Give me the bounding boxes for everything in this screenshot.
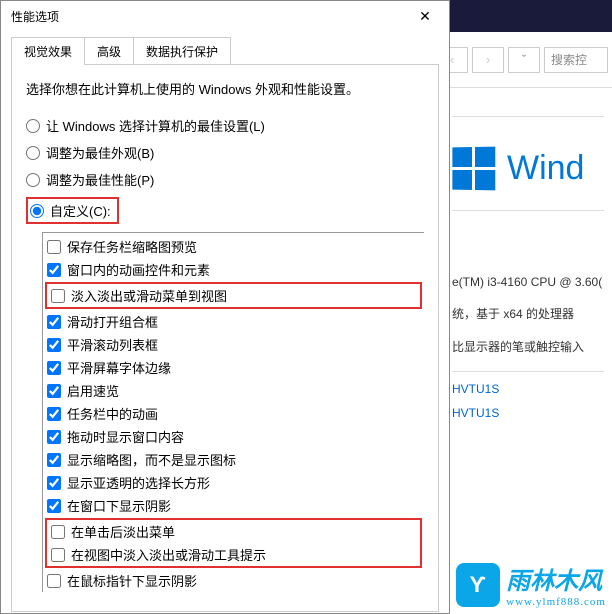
check-label: 任务栏中的动画 [67,404,158,423]
tab-dep[interactable]: 数据执行保护 [133,37,231,65]
check-label: 在窗口下显示阴影 [67,496,171,515]
check-label: 滑动打开组合框 [67,312,158,331]
check-label: 拖动时显示窗口内容 [67,427,184,446]
check-row[interactable]: 在视图中淡入淡出或滑动工具提示 [47,543,420,566]
check-row[interactable]: 窗口内的动画控件和元素 [43,258,424,281]
bg-titlebar [432,0,612,32]
checkbox[interactable] [47,430,61,444]
tab-content: 选择你想在此计算机上使用的 Windows 外观和性能设置。 让 Windows… [11,64,439,612]
check-row[interactable]: 任务栏中的动画 [43,402,424,425]
check-row[interactable]: 在单击后淡出菜单 [47,520,420,543]
checkbox[interactable] [47,240,61,254]
checkbox[interactable] [47,499,61,513]
radio-label: 让 Windows 选择计算机的最佳设置(L) [46,116,265,135]
checkbox[interactable] [51,289,65,303]
search-input[interactable]: 搜索控 [544,47,608,73]
tab-row: 视觉效果 高级 数据执行保护 [1,31,449,65]
radio-input[interactable] [26,146,40,160]
dialog-titlebar: 性能选项 ✕ [1,1,449,31]
windows-logo-row: Wind [452,147,604,190]
watermark-icon: Ƴ [456,563,500,607]
watermark: Ƴ 雨林木风 www.ylmf888.com [456,561,606,608]
check-label: 淡入淡出或滑动菜单到视图 [71,286,227,305]
close-button[interactable]: ✕ [405,3,445,29]
checkbox[interactable] [47,361,61,375]
tab-visual-effects[interactable]: 视觉效果 [11,37,85,65]
checkbox[interactable] [47,338,61,352]
check-label: 在视图中淡入淡出或滑动工具提示 [71,545,266,564]
cpu-info: e(TM) i3-4160 CPU @ 3.60( [452,275,604,289]
check-row[interactable]: 显示缩略图，而不是显示图标 [43,448,424,471]
check-label: 在单击后淡出菜单 [71,522,175,541]
radio-input[interactable] [26,119,40,133]
background-pane: ‹ › ˇ 搜索控 Wind e(TM) i3-4160 CPU @ 3.60(… [432,0,612,614]
check-label: 在鼠标指针下显示阴影 [67,571,197,590]
check-label: 显示缩略图，而不是显示图标 [67,450,236,469]
touch-info: 比显示器的笔或触控输入 [452,338,604,355]
bg-content: Wind e(TM) i3-4160 CPU @ 3.60( 统，基于 x64 … [432,88,612,438]
checkbox[interactable] [47,263,61,277]
check-label: 平滑屏幕字体边缘 [67,358,171,377]
check-row[interactable]: 淡入淡出或滑动菜单到视图 [47,284,420,307]
nav-forward-button[interactable]: › [472,47,504,73]
radio-input[interactable] [26,173,40,187]
checklist-box: 保存任务栏缩略图预览窗口内的动画控件和元素淡入淡出或滑动菜单到视图滑动打开组合框… [42,232,424,592]
windows-text: Wind [507,149,584,188]
check-row[interactable]: 在鼠标指针下显示阴影 [43,569,424,592]
checkbox[interactable] [51,548,65,562]
performance-options-dialog: 性能选项 ✕ 视觉效果 高级 数据执行保护 选择你想在此计算机上使用的 Wind… [0,0,450,614]
tab-advanced[interactable]: 高级 [84,37,134,65]
radio-custom[interactable] [30,204,44,218]
radio-best-performance[interactable]: 调整为最佳性能(P) [26,170,424,189]
radio-label: 调整为最佳外观(B) [46,143,154,162]
arch-info: 统，基于 x64 的处理器 [452,305,604,322]
radio-best-appearance[interactable]: 调整为最佳外观(B) [26,143,424,162]
checkbox[interactable] [47,315,61,329]
instruction-text: 选择你想在此计算机上使用的 Windows 外观和性能设置。 [26,79,424,98]
radio-let-windows[interactable]: 让 Windows 选择计算机的最佳设置(L) [26,116,424,135]
check-row[interactable]: 显示亚透明的选择长方形 [43,471,424,494]
dialog-title: 性能选项 [11,8,405,25]
check-row[interactable]: 启用速览 [43,379,424,402]
check-label: 显示亚透明的选择长方形 [67,473,210,492]
checkbox[interactable] [47,407,61,421]
radio-label: 调整为最佳性能(P) [46,170,154,189]
check-label: 保存任务栏缩略图预览 [67,237,197,256]
radio-custom-row: 自定义(C): [26,197,424,224]
checkbox[interactable] [47,453,61,467]
check-row[interactable]: 拖动时显示窗口内容 [43,425,424,448]
check-row[interactable]: 滑动打开组合框 [43,310,424,333]
check-row[interactable]: 平滑屏幕字体边缘 [43,356,424,379]
checkbox[interactable] [47,476,61,490]
radio-label: 自定义(C): [50,201,111,220]
check-label: 平滑滚动列表框 [67,335,158,354]
check-row[interactable]: 在窗口下显示阴影 [43,494,424,517]
check-label: 窗口内的动画控件和元素 [67,260,210,279]
checkbox[interactable] [51,525,65,539]
check-row[interactable]: 平滑滚动列表框 [43,333,424,356]
check-row[interactable]: 保存任务栏缩略图预览 [43,235,424,258]
bg-toolbar: ‹ › ˇ 搜索控 [432,32,612,88]
product-id-link[interactable]: HVTU1S [452,382,604,396]
watermark-brand: 雨林木风 [506,561,606,596]
windows-logo-icon [452,147,495,191]
check-label: 启用速览 [67,381,119,400]
nav-dropdown-button[interactable]: ˇ [508,47,540,73]
product-id-link-2[interactable]: HVTU1S [452,406,604,420]
checklist: 保存任务栏缩略图预览窗口内的动画控件和元素淡入淡出或滑动菜单到视图滑动打开组合框… [43,233,424,592]
checkbox[interactable] [47,384,61,398]
watermark-url: www.ylmf888.com [506,596,606,608]
checkbox[interactable] [47,574,61,588]
